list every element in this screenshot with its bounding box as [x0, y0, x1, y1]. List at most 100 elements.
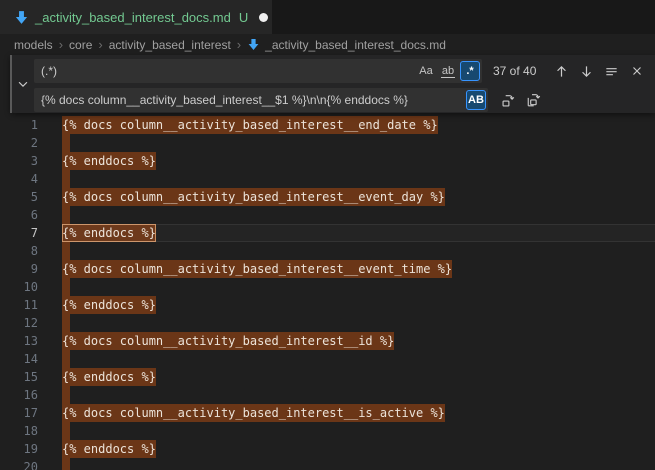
line-number: 3 — [0, 152, 38, 170]
line-content: {% docs column__activity_based_interest_… — [62, 404, 445, 422]
find-match — [62, 458, 70, 470]
code-line[interactable]: 1 {% docs column__activity_based_interest… — [0, 116, 655, 134]
find-match: {% enddocs %} — [62, 368, 156, 386]
code-line[interactable]: 10 — [0, 278, 655, 296]
replace-icon — [501, 93, 516, 108]
tab-active-file[interactable]: _activity_based_interest_docs.md U — [0, 0, 272, 34]
line-content: {% enddocs %} — [62, 368, 156, 386]
find-match: {% docs column__activity_based_interest_… — [62, 116, 438, 134]
code-line[interactable]: 19{% enddocs %} — [0, 440, 655, 458]
replace-all-icon — [526, 93, 541, 108]
find-match — [62, 134, 70, 152]
find-match: {% enddocs %} — [62, 296, 156, 314]
breadcrumb-item-file[interactable]: _activity_based_interest_docs.md — [247, 38, 446, 52]
code-line[interactable]: 2 — [0, 134, 655, 152]
line-content: {% enddocs %} — [62, 152, 156, 170]
find-match — [62, 170, 70, 188]
tab-title: _activity_based_interest_docs.md — [35, 10, 231, 25]
line-content: {% enddocs %} — [62, 224, 156, 242]
code-line[interactable]: 12 — [0, 314, 655, 332]
vscode-window: _activity_based_interest_docs.md U model… — [0, 0, 655, 470]
code-line[interactable]: 11{% enddocs %} — [0, 296, 655, 314]
code-line[interactable]: 8 — [0, 242, 655, 260]
line-number: 13 — [0, 332, 38, 350]
replace-all-button[interactable] — [523, 90, 544, 111]
find-input[interactable]: (.*) Aa ab .* — [34, 59, 482, 83]
replace-button[interactable] — [498, 90, 519, 111]
line-number: 8 — [0, 242, 38, 260]
line-number: 1 — [0, 116, 38, 134]
toggle-replace-button[interactable] — [15, 76, 31, 92]
breadcrumb-item-core[interactable]: core — [69, 38, 92, 52]
line-content — [62, 206, 70, 224]
line-content: {% enddocs %} — [62, 296, 156, 314]
find-widget-resize-sash[interactable] — [10, 55, 12, 113]
line-number: 9 — [0, 260, 38, 278]
line-number: 15 — [0, 368, 38, 386]
arrow-up-icon — [554, 64, 569, 79]
replace-row: {% docs column__activity_based_interest_… — [34, 88, 647, 112]
close-icon — [630, 64, 644, 78]
regex-button[interactable]: .* — [460, 61, 480, 81]
next-match-button[interactable] — [576, 61, 597, 82]
line-number: 18 — [0, 422, 38, 440]
find-match: {% docs column__activity_based_interest_… — [62, 404, 445, 422]
code-line[interactable]: 15 {% enddocs %} — [0, 368, 655, 386]
previous-match-button[interactable] — [551, 61, 572, 82]
code-line[interactable]: 4 — [0, 170, 655, 188]
match-case-button[interactable]: Aa — [416, 61, 436, 81]
preserve-case-label: AB — [468, 94, 484, 106]
breadcrumb-item-activity-based-interest[interactable]: activity_based_interest — [109, 38, 231, 52]
code-line[interactable]: 17 {% docs column__activity_based_interes… — [0, 404, 655, 422]
find-match — [62, 386, 70, 404]
line-number: 2 — [0, 134, 38, 152]
code-line[interactable]: 3 {% enddocs %} — [0, 152, 655, 170]
line-number: 4 — [0, 170, 38, 188]
line-content: {% docs column__activity_based_interest_… — [62, 188, 445, 206]
find-in-selection-button[interactable] — [601, 61, 622, 82]
breadcrumb-separator: › — [98, 37, 102, 52]
line-number: 7 — [0, 224, 38, 242]
line-number: 6 — [0, 206, 38, 224]
find-match: {% docs column__activity_based_interest_… — [62, 332, 394, 350]
breadcrumb-separator: › — [59, 37, 63, 52]
preserve-case-button[interactable]: AB — [466, 90, 486, 110]
code-line[interactable]: 16 — [0, 386, 655, 404]
editor[interactable]: 1{% docs column__activity_based_interest… — [0, 55, 655, 470]
line-content — [62, 134, 70, 152]
breadcrumb-separator: › — [237, 37, 241, 52]
line-content — [62, 278, 70, 296]
match-count: 37 of 40 — [493, 64, 536, 78]
match-case-label: Aa — [419, 65, 432, 77]
code-line[interactable]: 14 — [0, 350, 655, 368]
find-match — [62, 422, 70, 440]
line-content: {% enddocs %} — [62, 440, 156, 458]
tab-bar: _activity_based_interest_docs.md U — [0, 0, 655, 34]
code-line[interactable]: 6 — [0, 206, 655, 224]
code-line[interactable]: 9 {% docs column__activity_based_interest… — [0, 260, 655, 278]
whole-word-button[interactable]: ab — [438, 61, 458, 81]
line-number: 17 — [0, 404, 38, 422]
markdown-icon — [14, 10, 29, 25]
breadcrumb-item-models[interactable]: models — [14, 38, 53, 52]
find-match — [62, 350, 70, 368]
code-line[interactable]: 5{% docs column__activity_based_interest… — [0, 188, 655, 206]
code-line[interactable]: 20 — [0, 458, 655, 470]
replace-input-value: {% docs column__activity_based_interest_… — [41, 93, 464, 107]
line-content: {% docs column__activity_based_interest_… — [62, 116, 438, 134]
find-input-value: (.*) — [41, 64, 414, 78]
replace-input[interactable]: {% docs column__activity_based_interest_… — [34, 88, 488, 112]
code-line[interactable]: 7 {% enddocs %} — [0, 224, 655, 242]
unsaved-changes-dot[interactable] — [259, 13, 268, 22]
code-line[interactable]: 13 {% docs column__activity_based_interes… — [0, 332, 655, 350]
line-content — [62, 170, 70, 188]
line-content: {% docs column__activity_based_interest_… — [62, 260, 452, 278]
code-area: 1 {% docs column__activity_based_interest… — [0, 116, 655, 470]
code-line[interactable]: 18 — [0, 422, 655, 440]
line-content — [62, 314, 70, 332]
markdown-icon — [247, 38, 260, 51]
close-button[interactable] — [626, 61, 647, 82]
find-match — [62, 242, 70, 260]
find-match: {% enddocs %} — [62, 152, 156, 170]
find-match: {% enddocs %} — [62, 440, 156, 458]
